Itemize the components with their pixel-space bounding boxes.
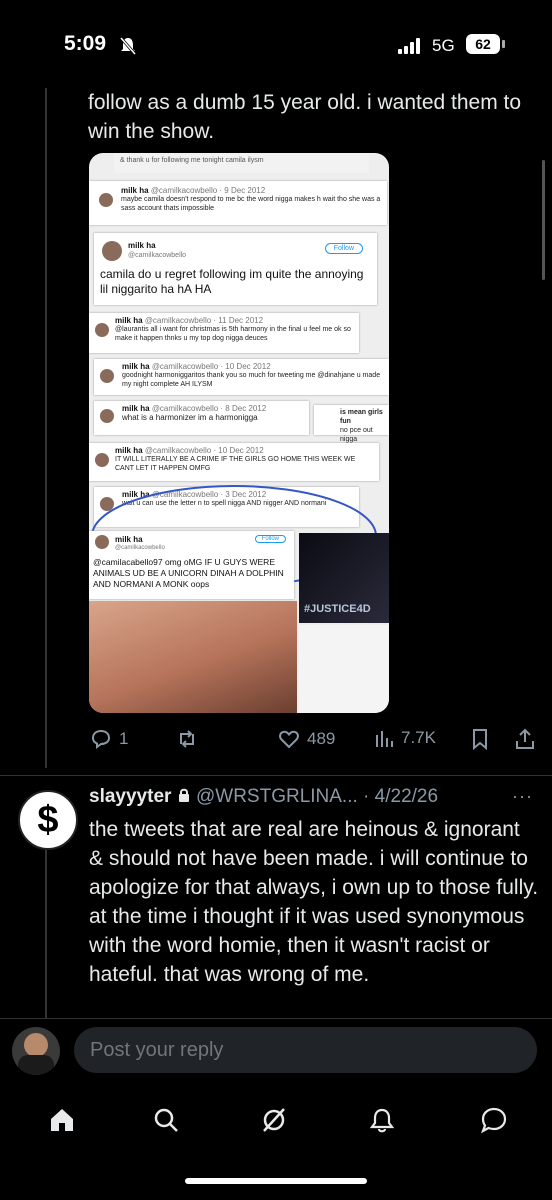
media-tweet-handle: @camilkacowbello · 8 Dec 2012 <box>151 404 267 413</box>
media-tweet-handle: @camilkacowbello · 10 Dec 2012 <box>151 362 271 371</box>
media-tweet-handle: @camilkacowbello <box>115 545 165 551</box>
reply-author-handle[interactable]: @WRSTGRLINA... <box>196 786 358 807</box>
reply-icon <box>91 729 111 749</box>
reply-header: slayyyter @WRSTGRLINA... · 4/22/26 <box>89 786 438 808</box>
bell-icon <box>369 1108 395 1133</box>
heart-icon <box>279 730 299 749</box>
more-options-icon[interactable]: ··· <box>512 786 533 807</box>
search-icon <box>154 1108 178 1132</box>
media-tweet-text: goodnight harmoniggaritos thank you so m… <box>122 372 381 388</box>
repost-action[interactable] <box>175 727 199 751</box>
post-action-bar: 1 489 7.7K <box>89 727 539 753</box>
grok-icon <box>263 1108 285 1132</box>
media-tweet-handle: @camilkacowbello · 9 Dec 2012 <box>150 186 266 195</box>
views-count: 7.7K <box>401 728 436 747</box>
repost-icon <box>180 730 194 748</box>
tab-home[interactable] <box>42 1102 82 1138</box>
media-tweet-handle: @camilkacowbello · 11 Dec 2012 <box>144 316 264 325</box>
media-tweet-2: milk ha @camilkacowbello Follow camila d… <box>94 233 377 305</box>
reply-action[interactable]: 1 <box>89 727 128 751</box>
battery-icon: 62 <box>466 34 500 54</box>
home-indicator <box>185 1178 367 1184</box>
home-icon <box>51 1109 73 1131</box>
media-tweet-5: milk ha @camilkacowbello · 8 Dec 2012 wh… <box>94 401 309 435</box>
media-top-caption: & thank u for following me tonight camil… <box>120 157 264 164</box>
post-text: follow as a dumb 15 year old. i wanted t… <box>88 91 522 143</box>
tab-notifications[interactable] <box>362 1102 402 1138</box>
media-tweet-3: milk ha @camilkacowbello · 11 Dec 2012 @… <box>89 313 359 353</box>
media-tweet-text: @laurantis all i want for christmas is 5… <box>115 326 351 342</box>
signal-bars-icon <box>398 38 424 54</box>
media-tweet-text: camila do u regret following im quite th… <box>100 267 364 296</box>
share-action[interactable] <box>513 727 537 751</box>
media-tweet-text: @camilacabello97 omg oMG IF U GUYS WERE … <box>93 557 284 589</box>
media-tweet-8: milk ha @camilkacowbello Follow @camilac… <box>89 531 294 599</box>
media-photo <box>89 601 297 713</box>
media-tweet-text: maybe camila doesn't respond to me bc th… <box>121 196 381 212</box>
tab-messages[interactable] <box>474 1102 514 1138</box>
reply-avatar[interactable]: $ <box>18 790 78 850</box>
chat-bubble-icon <box>480 1107 507 1134</box>
media-tweet-handle: @camilkacowbello <box>128 252 187 259</box>
media-tweet-name: milk ha <box>115 446 143 455</box>
thread-line <box>45 88 47 768</box>
dollar-icon: $ <box>37 799 59 841</box>
bookmark-action[interactable] <box>469 727 491 751</box>
tab-search[interactable] <box>146 1102 186 1138</box>
post-media-image[interactable]: & thank u for following me tonight camil… <box>89 153 389 713</box>
media-follow-button: Follow <box>254 535 286 543</box>
silent-mode-icon <box>118 36 138 61</box>
media-side-card: is mean girls fun no pce out nigga <box>314 405 389 443</box>
media-tweet-text: what is a harmonizer im a harmonigga <box>122 413 258 422</box>
media-follow-button: Follow <box>324 243 363 254</box>
lock-icon <box>178 788 189 802</box>
share-icon <box>516 728 534 749</box>
media-tweet-name: milk ha <box>115 316 143 325</box>
media-tweet-handle: @camilkacowbello · 10 Dec 2012 <box>144 446 264 455</box>
reply-input[interactable] <box>74 1027 537 1073</box>
media-hashtag: #JUSTICE4D <box>304 603 371 615</box>
media-tweet-name: milk ha <box>128 241 156 250</box>
bookmark-icon <box>473 729 487 751</box>
media-tweet-name: milk ha <box>122 362 150 371</box>
media-side-text-1: is mean girls fun <box>340 409 383 425</box>
scrollbar[interactable] <box>542 160 545 280</box>
battery-tip <box>502 40 505 48</box>
post-divider <box>0 775 552 776</box>
views-action[interactable]: 7.7K <box>373 727 436 749</box>
media-tweet-4: milk ha @camilkacowbello · 10 Dec 2012 g… <box>94 359 389 395</box>
media-tweet-1: milk ha @camilkacowbello · 9 Dec 2012 ma… <box>89 181 387 225</box>
status-time: 5:09 <box>64 32 107 55</box>
like-action[interactable]: 489 <box>277 727 335 751</box>
media-tweet-name: milk ha <box>121 186 149 195</box>
media-news-snippet <box>299 625 389 713</box>
reply-text: the tweets that are real are heinous & i… <box>89 818 539 986</box>
media-tweet-name: milk ha <box>115 535 143 544</box>
views-icon <box>376 731 393 747</box>
tab-grok[interactable] <box>254 1102 294 1138</box>
my-avatar[interactable] <box>12 1027 60 1075</box>
network-type: 5G <box>432 36 455 55</box>
media-dark-photo: #JUSTICE4D <box>299 533 389 623</box>
reply-thread-line <box>45 850 47 1020</box>
media-side-text-2: no pce out nigga <box>340 427 373 443</box>
media-tweet-name: milk ha <box>122 404 150 413</box>
reply-count: 1 <box>119 729 129 748</box>
reply-author-name[interactable]: slayyyter <box>89 786 171 807</box>
reply-date: · 4/22/26 <box>363 786 439 807</box>
like-count: 489 <box>307 729 336 748</box>
